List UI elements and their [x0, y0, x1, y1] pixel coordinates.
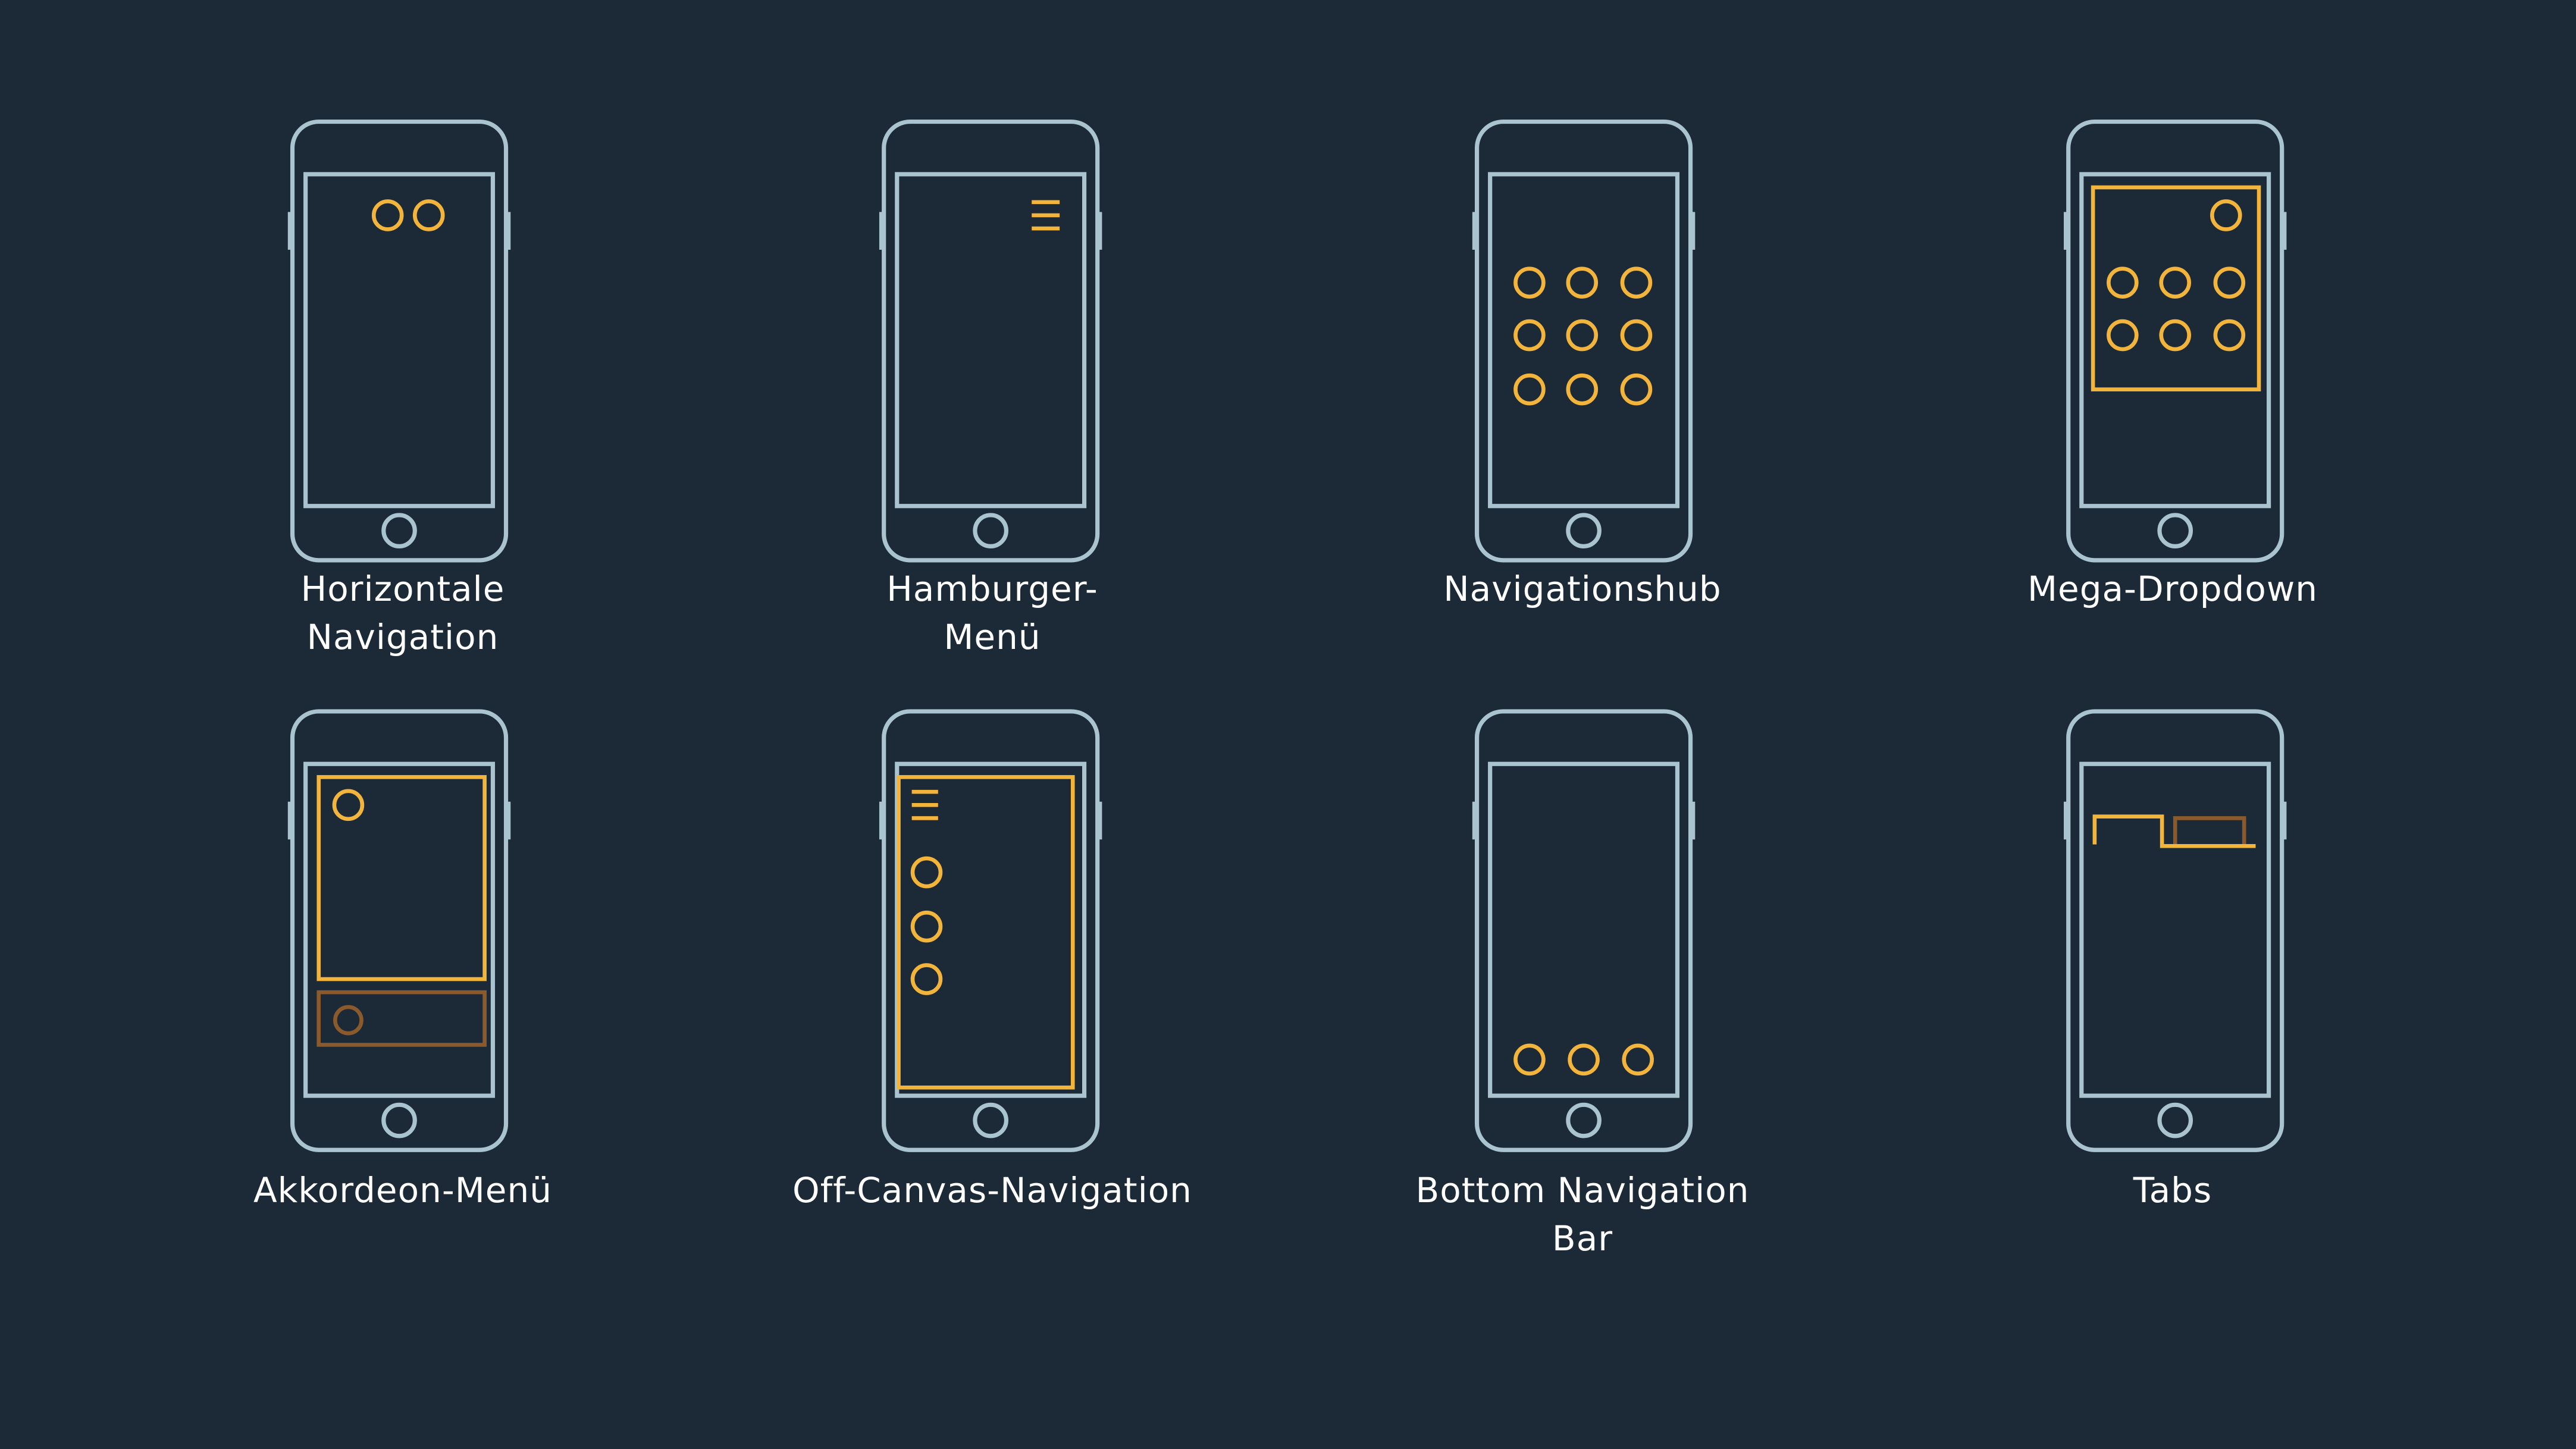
- phone-frame: [1472, 709, 1696, 1152]
- bottom-nav-item-circle: [1513, 1043, 1546, 1076]
- bottom-nav-item-circle: [1568, 1043, 1600, 1076]
- pattern-label-off-canvas-navigation: Off-Canvas-Navigation: [792, 1170, 1192, 1210]
- menu-item-circle: [910, 856, 943, 889]
- horizontal-navigation-phone-icon: [287, 119, 511, 563]
- pattern-label-tabs: Tabs: [2133, 1170, 2213, 1210]
- phone-frame: [1472, 119, 1696, 563]
- menu-item-circle: [910, 910, 943, 943]
- accordion-menu-phone-icon: [287, 709, 511, 1152]
- nav-item-circle: [412, 199, 445, 231]
- accordion-closed-panel: [316, 990, 487, 1047]
- pattern-label-bottom-navigation-bar: Bottom Navigation Bar: [1415, 1170, 1750, 1259]
- dropdown-toggle-circle: [2210, 199, 2242, 231]
- inactive-tab: [2173, 816, 2246, 846]
- phone-frame: [879, 119, 1102, 563]
- menu-item-circle: [910, 963, 943, 995]
- pattern-label-hamburger-menu: Hamburger- Menü: [886, 569, 1098, 657]
- accordion-item-circle: [333, 1005, 363, 1036]
- pattern-label-accordion-menu: Akkordeon-Menü: [253, 1170, 552, 1210]
- bottom-navigation-bar-phone-icon: [1472, 709, 1696, 1152]
- hub-grid: [1513, 266, 1653, 406]
- hamburger-menu-phone-icon: [879, 119, 1102, 563]
- phone-frame: [287, 119, 511, 563]
- dropdown-grid: [2107, 266, 2246, 352]
- navigation-patterns-diagram: Horizontale Navigation Hamburger- Menü N…: [0, 0, 2576, 1449]
- pattern-label-navigation-hub: Navigationshub: [1443, 569, 1722, 609]
- pattern-label-horizontal-navigation: Horizontale Navigation: [300, 569, 505, 657]
- off-canvas-panel: [897, 775, 1075, 1090]
- phone-frame: [2063, 709, 2287, 1152]
- navigation-hub-phone-icon: [1472, 119, 1696, 563]
- off-canvas-navigation-phone-icon: [879, 709, 1102, 1152]
- hamburger-icon: [1032, 200, 1060, 231]
- mega-dropdown-phone-icon: [2063, 119, 2287, 563]
- bottom-nav-item-circle: [1622, 1043, 1654, 1076]
- tabs-phone-icon: [2063, 709, 2287, 1152]
- dropdown-panel: [2091, 185, 2261, 391]
- accordion-item-circle: [332, 789, 365, 821]
- hamburger-icon: [911, 789, 938, 820]
- pattern-label-mega-dropdown: Mega-Dropdown: [2027, 569, 2318, 609]
- accordion-open-panel: [316, 775, 487, 981]
- nav-item-circle: [371, 199, 404, 231]
